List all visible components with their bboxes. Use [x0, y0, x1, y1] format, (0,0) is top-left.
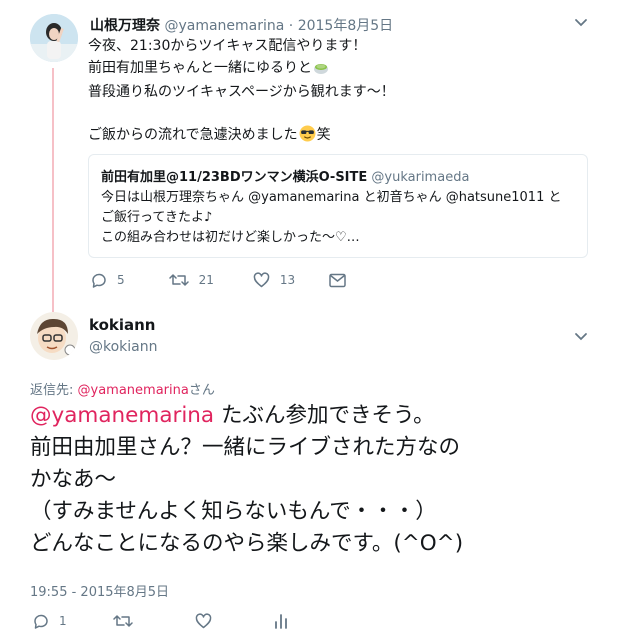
retweet-button[interactable] [112, 613, 133, 629]
tweet1-line-text: ご飯からの流れで急遽決めました [88, 127, 298, 143]
reply-to-line: 返信先: @yamanemarinaさん [30, 379, 215, 398]
tweet1-separator: · [288, 18, 294, 34]
tweet1-text: 今夜、21:30からツイキャス配信やります！ 前田有加里ちゃんと一緒にゆるりと … [88, 36, 395, 150]
reply-count: 1 [59, 614, 67, 628]
retweet-icon [112, 615, 133, 627]
tweet2-line: かなあ〜 [30, 467, 117, 492]
retweet-button[interactable]: 21 [168, 272, 214, 288]
reply-count: 5 [117, 273, 125, 287]
quoted-line: この組み合わせは初だけど楽しかった〜♡… [101, 230, 360, 245]
reply-to-suffix: さん [188, 383, 215, 398]
reply-icon [92, 273, 106, 288]
tweet2-line: 前田由加里さん？一緒にライブされた方なの [30, 435, 461, 460]
tweet1-line: ご飯からの流れで急遽決めました 笑 [88, 125, 395, 150]
message-icon [329, 273, 346, 287]
tweet1-author-name[interactable]: 山根万理奈 [90, 18, 160, 34]
chevron-down-icon[interactable] [573, 14, 589, 30]
quoted-line: 今日は山根万理奈ちゃん @yamanemarina と初音ちゃん @hatsun… [101, 190, 562, 205]
tweet2-timestamp[interactable]: 19:55 - 2015年8月5日 [30, 581, 169, 600]
tweet1-line: 前田有加里ちゃんと一緒にゆるりと [88, 58, 395, 83]
like-button[interactable] [195, 613, 212, 629]
tweet2-text: @yamanemarina たぶん参加できそう。 前田由加里さん？一緒にライブさ… [30, 400, 463, 560]
message-button[interactable] [329, 273, 346, 288]
tweet2-line: @yamanemarina たぶん参加できそう。 [30, 400, 463, 432]
tweet1-header: 山根万理奈 @yamanemarina · 2015年8月5日 [90, 15, 393, 35]
quoted-line: ご飯行ってきたよ♪ [101, 210, 213, 225]
analytics-button[interactable] [274, 613, 288, 629]
tweet2-line-text: たぶん参加できそう。 [214, 403, 435, 428]
reply-button[interactable]: 5 [90, 272, 125, 288]
tweet2-handle[interactable]: @kokiann [89, 339, 158, 355]
tweet1-line-text: 笑 [316, 127, 331, 143]
tweet2-line: どんなことになるのやら楽しみです。(^O^) [30, 531, 464, 556]
tweet1-line [88, 104, 395, 126]
avatar-kokiann[interactable] [30, 312, 78, 360]
tweet2-line: （すみませんよく知らないもんで・・・） [30, 499, 437, 524]
sunglasses-emoji-icon [299, 125, 316, 150]
tweet1-line: 普段通り私のツイキャスページから観れます〜！ [88, 84, 395, 100]
quoted-tweet-header: 前田有加里@11/23BDワンマン横浜O-SITE @yukarimaeda [101, 166, 469, 185]
tweet2-actions: 1 [32, 613, 314, 629]
tweet1-line: 今夜、21:30からツイキャス配信やります！ [88, 38, 367, 54]
reply-to-mention[interactable]: @yamanemarina [78, 383, 189, 398]
reply-button[interactable]: 1 [32, 613, 67, 629]
like-count: 13 [279, 273, 296, 287]
like-icon [253, 272, 270, 288]
quoted-handle[interactable]: @yukarimaeda [371, 170, 469, 185]
retweet-icon [168, 274, 189, 286]
analytics-icon [274, 614, 287, 629]
retweet-count: 21 [198, 273, 214, 287]
matcha-emoji-icon [313, 59, 329, 83]
reply-to-prefix: 返信先: [30, 383, 78, 398]
like-button[interactable]: 13 [253, 272, 295, 288]
tweet1-handle[interactable]: @yamanemarina [164, 18, 284, 34]
chevron-down-icon[interactable] [573, 328, 589, 344]
tweet2-mention[interactable]: @yamanemarina [30, 403, 214, 428]
like-icon [195, 613, 211, 629]
tweet2-author-name[interactable]: kokiann [89, 316, 155, 334]
tweet1-actions: 5 21 13 [90, 272, 372, 288]
tweet1-date[interactable]: 2015年8月5日 [298, 18, 393, 34]
quoted-author-name[interactable]: 前田有加里@11/23BDワンマン横浜O-SITE [101, 170, 367, 185]
tweet1-line-text: 前田有加里ちゃんと一緒にゆるりと [88, 59, 312, 76]
quoted-tweet-text: 今日は山根万理奈ちゃん @yamanemarina と初音ちゃん @hatsun… [101, 188, 562, 248]
reply-icon [34, 614, 48, 629]
thread-line [52, 68, 54, 312]
avatar-yamanemarina[interactable] [30, 14, 78, 62]
